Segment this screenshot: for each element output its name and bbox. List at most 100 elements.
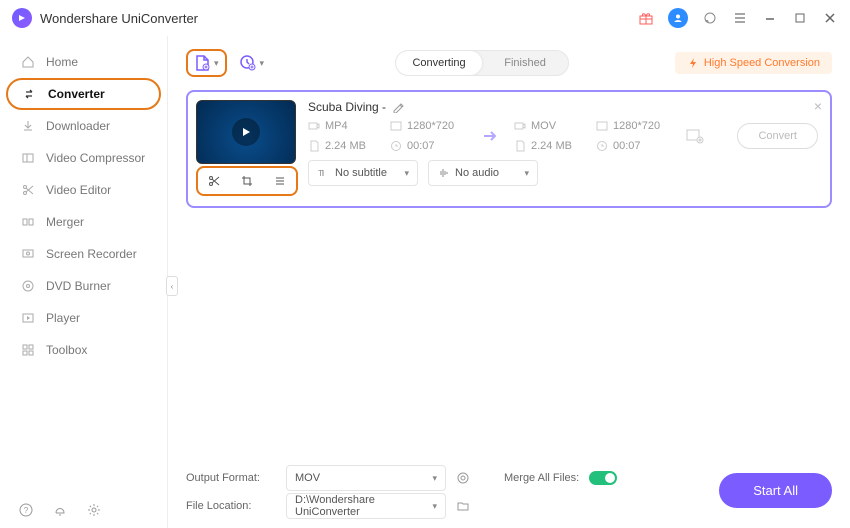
merge-label: Merge All Files: bbox=[504, 472, 579, 484]
remove-file-button[interactable]: × bbox=[814, 98, 822, 114]
compress-icon bbox=[20, 150, 36, 166]
rename-icon[interactable] bbox=[392, 101, 404, 113]
clock-icon bbox=[596, 140, 608, 152]
src-resolution: 1280*720 bbox=[407, 120, 454, 132]
sidebar-item-toolbox[interactable]: Toolbox bbox=[0, 334, 161, 366]
high-speed-label: High Speed Conversion bbox=[704, 57, 820, 69]
chevron-down-icon: ▾ bbox=[432, 473, 437, 484]
clock-icon bbox=[390, 140, 402, 152]
file-card: × Scuba Diving - bbox=[186, 90, 832, 208]
dst-format: MOV bbox=[531, 120, 556, 132]
resolution-icon bbox=[596, 120, 608, 132]
open-folder-icon[interactable] bbox=[456, 499, 470, 513]
file-icon bbox=[308, 140, 320, 152]
sidebar-label: Toolbox bbox=[46, 343, 87, 357]
app-title: Wondershare UniConverter bbox=[40, 11, 198, 26]
src-size: 2.24 MB bbox=[325, 140, 366, 152]
start-all-button[interactable]: Start All bbox=[719, 473, 832, 508]
sidebar-item-home[interactable]: Home bbox=[0, 46, 161, 78]
lightning-icon bbox=[687, 57, 699, 69]
merge-icon bbox=[20, 214, 36, 230]
src-format: MP4 bbox=[325, 120, 348, 132]
crop-icon[interactable] bbox=[240, 174, 254, 188]
sidebar-label: DVD Burner bbox=[46, 279, 111, 293]
subtitle-icon: T bbox=[317, 167, 329, 179]
minimize-icon[interactable] bbox=[762, 10, 778, 26]
sidebar-label: Home bbox=[46, 55, 78, 69]
menu-icon[interactable] bbox=[732, 10, 748, 26]
maximize-icon[interactable] bbox=[792, 10, 808, 26]
play-icon bbox=[20, 310, 36, 326]
video-icon bbox=[514, 120, 526, 132]
add-url-button[interactable]: ▾ bbox=[235, 50, 268, 76]
file-location-label: File Location: bbox=[186, 500, 276, 512]
output-format-dropdown[interactable]: MOV ▾ bbox=[286, 465, 446, 491]
subtitle-value: No subtitle bbox=[335, 167, 387, 179]
chevron-down-icon: ▾ bbox=[404, 168, 409, 179]
home-icon bbox=[20, 54, 36, 70]
sidebar-item-editor[interactable]: Video Editor bbox=[0, 174, 161, 206]
sidebar-item-dvd-burner[interactable]: DVD Burner bbox=[0, 270, 161, 302]
tab-finished[interactable]: Finished bbox=[482, 51, 568, 75]
output-format-label: Output Format: bbox=[186, 472, 276, 484]
titlebar: Wondershare UniConverter bbox=[0, 0, 850, 36]
add-url-icon bbox=[238, 53, 258, 73]
sidebar-label: Video Editor bbox=[46, 183, 111, 197]
trim-icon[interactable] bbox=[207, 174, 221, 188]
sidebar-item-downloader[interactable]: Downloader bbox=[0, 110, 161, 142]
settings-icon[interactable] bbox=[86, 502, 102, 518]
add-file-button[interactable]: ▾ bbox=[186, 49, 227, 77]
arrow-right-icon bbox=[480, 126, 500, 146]
chevron-down-icon: ▾ bbox=[260, 58, 265, 69]
sidebar-item-merger[interactable]: Merger bbox=[0, 206, 161, 238]
sidebar-label: Video Compressor bbox=[46, 151, 145, 165]
play-overlay-icon bbox=[232, 118, 260, 146]
scissors-icon bbox=[20, 182, 36, 198]
tab-converting[interactable]: Converting bbox=[396, 51, 482, 75]
sidebar-item-converter[interactable]: Converter bbox=[6, 78, 161, 110]
support-icon[interactable] bbox=[702, 10, 718, 26]
chevron-down-icon: ▾ bbox=[432, 501, 437, 512]
disc-icon bbox=[20, 278, 36, 294]
subtitle-dropdown[interactable]: T No subtitle ▾ bbox=[308, 160, 418, 186]
output-format-value: MOV bbox=[295, 472, 320, 484]
help-icon[interactable]: ? bbox=[18, 502, 34, 518]
output-settings-icon[interactable] bbox=[684, 125, 706, 147]
src-duration: 00:07 bbox=[407, 140, 435, 152]
converter-icon bbox=[22, 86, 38, 102]
video-icon bbox=[308, 120, 320, 132]
video-thumbnail[interactable] bbox=[196, 100, 296, 164]
sidebar-item-screen-recorder[interactable]: Screen Recorder bbox=[0, 238, 161, 270]
resolution-icon bbox=[390, 120, 402, 132]
grid-icon bbox=[20, 342, 36, 358]
file-location-dropdown[interactable]: D:\Wondershare UniConverter▾ bbox=[286, 493, 446, 519]
sidebar-item-player[interactable]: Player bbox=[0, 302, 161, 334]
effects-icon[interactable] bbox=[273, 174, 287, 188]
sidebar-label: Player bbox=[46, 311, 80, 325]
app-logo bbox=[12, 8, 32, 28]
user-avatar[interactable] bbox=[668, 8, 688, 28]
file-icon bbox=[514, 140, 526, 152]
merge-toggle[interactable] bbox=[589, 471, 617, 485]
sidebar-label: Downloader bbox=[46, 119, 110, 133]
edit-toolstrip bbox=[196, 166, 298, 196]
status-tabs: Converting Finished bbox=[395, 50, 569, 76]
audio-value: No audio bbox=[455, 167, 499, 179]
audio-icon bbox=[437, 167, 449, 179]
add-file-icon bbox=[194, 54, 212, 72]
bell-icon[interactable] bbox=[52, 502, 68, 518]
convert-button[interactable]: Convert bbox=[737, 123, 818, 149]
gift-icon[interactable] bbox=[638, 10, 654, 26]
audio-dropdown[interactable]: No audio▾ bbox=[428, 160, 538, 186]
sidebar-label: Merger bbox=[46, 215, 84, 229]
custom-format-icon[interactable] bbox=[456, 471, 470, 485]
download-icon bbox=[20, 118, 36, 134]
dst-resolution: 1280*720 bbox=[613, 120, 660, 132]
chevron-down-icon: ▾ bbox=[214, 58, 219, 69]
sidebar: Home Converter Downloader Video Compress… bbox=[0, 36, 168, 528]
sidebar-item-compressor[interactable]: Video Compressor bbox=[0, 142, 161, 174]
dst-size: 2.24 MB bbox=[531, 140, 572, 152]
high-speed-conversion-button[interactable]: High Speed Conversion bbox=[675, 52, 832, 74]
sidebar-label: Converter bbox=[48, 87, 105, 101]
close-icon[interactable] bbox=[822, 10, 838, 26]
